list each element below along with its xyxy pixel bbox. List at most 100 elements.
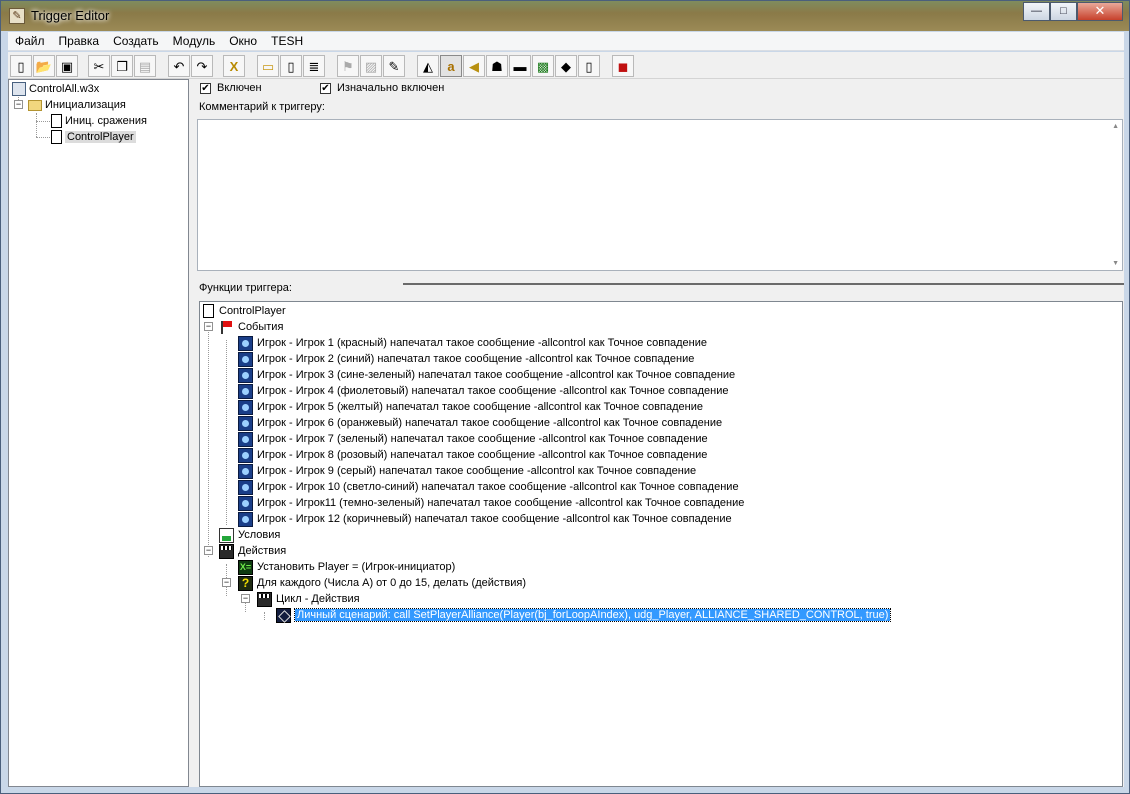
undo-icon[interactable]: ↶ (168, 55, 190, 77)
collapse-actions-button[interactable]: − (204, 546, 213, 555)
title-bar[interactable]: ✎ Trigger Editor — □ ✕ (1, 1, 1129, 31)
event-row[interactable]: Игрок - Игрок 5 (желтый) напечатал такое… (238, 399, 703, 415)
action-set-variable[interactable]: X= Установить Player = (Игрок-инициатор) (238, 559, 455, 575)
new-action-icon[interactable]: ✎ (383, 55, 405, 77)
set-variable-text: Установить Player = (Игрок-инициатор) (257, 561, 456, 573)
enabled-checkbox[interactable]: ✔ (200, 82, 211, 94)
initially-on-label: Изначально включен (337, 82, 445, 94)
new-event-icon[interactable]: ⚑ (337, 55, 359, 77)
initially-on-checkbox[interactable]: ✔ (320, 82, 331, 94)
player-event-icon (238, 447, 253, 463)
action-for-each[interactable]: ? Для каждого (Числа A) от 0 до 15, делат… (238, 575, 526, 591)
event-flag-icon (219, 320, 234, 335)
import-manager-icon[interactable]: ◆ (555, 55, 577, 77)
collapse-loop-actions-button[interactable]: − (241, 594, 250, 603)
action-clapper-icon (257, 591, 272, 607)
event-row[interactable]: Игрок - Игрок 8 (розовый) напечатал тако… (238, 447, 707, 463)
open-folder-icon[interactable]: 📂 (33, 55, 55, 77)
terrain-editor-icon[interactable]: ◭ (417, 55, 439, 77)
scroll-up-arrow-icon[interactable]: ▲ (1112, 123, 1119, 130)
maximize-button[interactable]: □ (1050, 2, 1077, 21)
comment-label: Комментарий к триггеру: (199, 101, 325, 113)
event-row[interactable]: Игрок - Игрок 9 (серый) напечатал такое … (238, 463, 696, 479)
enabled-label: Включен (217, 82, 262, 94)
event-text: Игрок - Игрок 9 (серый) напечатал такое … (257, 465, 697, 477)
trigger-editor-app-icon: ✎ (9, 8, 25, 24)
for-each-text: Для каждого (Числа A) от 0 до 15, делать… (257, 577, 527, 589)
event-text: Игрок - Игрок 7 (зеленый) напечатал тако… (257, 433, 708, 445)
map-label: ControlAll.w3x (29, 83, 100, 95)
menu-module[interactable]: Модуль (166, 32, 223, 51)
event-row[interactable]: Игрок - Игрок 2 (синий) напечатал такое … (238, 351, 694, 367)
tree-item-trigger-init[interactable]: Иниц. сражения (51, 113, 147, 129)
collapse-events-button[interactable]: − (204, 322, 213, 331)
trigger-label: Иниц. сражения (65, 115, 147, 127)
event-text: Игрок - Игрок 3 (сине-зеленый) напечатал… (257, 369, 736, 381)
enabled-option[interactable]: ✔ Включен (200, 80, 262, 96)
event-text: Игрок - Игрок 4 (фиолетовый) напечатал т… (257, 385, 729, 397)
paste-icon[interactable]: ▤ (134, 55, 156, 77)
new-trigger-icon[interactable]: ▯ (280, 55, 302, 77)
tree-item-category[interactable]: Инициализация (28, 97, 126, 113)
copy-icon[interactable]: ❐ (111, 55, 133, 77)
conditions-node[interactable]: Условия (219, 527, 280, 543)
menu-new[interactable]: Создать (106, 32, 166, 51)
menu-window[interactable]: Окно (222, 32, 264, 51)
redo-icon[interactable]: ↷ (191, 55, 213, 77)
player-event-icon (238, 511, 253, 527)
scroll-down-arrow-icon[interactable]: ▼ (1112, 260, 1119, 267)
folder-icon (28, 99, 42, 111)
menu-tesh[interactable]: TESH (264, 32, 310, 51)
tree-item-trigger-controlplayer[interactable]: ControlPlayer (51, 129, 136, 145)
trigger-list-tree[interactable]: ControlAll.w3x − Инициализация Иниц. сра… (8, 79, 189, 787)
object-editor-icon[interactable]: ☗ (486, 55, 508, 77)
event-text: Игрок - Игрок 8 (розовый) напечатал тако… (257, 449, 708, 461)
event-text: Игрок - Игрок 5 (желтый) напечатал такое… (257, 401, 703, 413)
events-label: События (238, 321, 284, 333)
close-button[interactable]: ✕ (1077, 2, 1123, 21)
cut-icon[interactable]: ✂ (88, 55, 110, 77)
loop-actions-label: Цикл - Действия (276, 593, 360, 605)
event-row[interactable]: Игрок - Игрок 10 (светло-синий) напечата… (238, 479, 739, 495)
object-manager-icon[interactable]: ▯ (578, 55, 600, 77)
event-row[interactable]: Игрок - Игрок 7 (зеленый) напечатал тако… (238, 431, 708, 447)
event-row[interactable]: Игрок - Игрок 1 (красный) напечатал тако… (238, 335, 707, 351)
trigger-doc-icon (51, 114, 62, 129)
trigger-editor-icon[interactable]: a (440, 55, 462, 77)
new-comment-icon[interactable]: ≣ (303, 55, 325, 77)
menu-edit[interactable]: Правка (52, 32, 107, 51)
event-row[interactable]: Игрок - Игрок 12 (коричневый) напечатал … (238, 511, 732, 527)
condition-icon (219, 527, 234, 543)
loop-actions-node[interactable]: Цикл - Действия (257, 591, 360, 607)
tree-item-map[interactable]: ControlAll.w3x (12, 81, 99, 97)
action-custom-script[interactable]: Личный сценарий: call SetPlayerAlliance(… (276, 607, 892, 623)
ai-editor-icon[interactable]: ▩ (532, 55, 554, 77)
events-node[interactable]: События (219, 319, 283, 335)
event-row[interactable]: Игрок - Игрок11 (темно-зеленый) напечата… (238, 495, 744, 511)
pane-splitter[interactable] (403, 283, 1124, 285)
actions-node[interactable]: Действия (219, 543, 286, 559)
event-row[interactable]: Игрок - Игрок 6 (оранжевый) напечатал та… (238, 415, 722, 431)
initially-on-option[interactable]: ✔ Изначально включен (320, 80, 444, 96)
new-file-icon[interactable]: ▯ (10, 55, 32, 77)
toolbar: ▯ 📂 ▣ ✂ ❐ ▤ ↶ ↷ X ▭ ▯ ≣ ⚑ ▨ ✎ ◭ a ◀ ☗ ▬ … (8, 52, 1124, 79)
functions-trigger-root[interactable]: ControlPlayer (203, 303, 286, 319)
minimize-button[interactable]: — (1023, 2, 1050, 21)
event-row[interactable]: Игрок - Игрок 4 (фиолетовый) напечатал т… (238, 383, 729, 399)
collapse-for-each-button[interactable]: − (222, 578, 231, 587)
menu-bar: Файл Правка Создать Модуль Окно TESH (8, 32, 1124, 51)
test-map-icon[interactable]: ◼ (612, 55, 634, 77)
sound-editor-icon[interactable]: ◀ (463, 55, 485, 77)
trigger-functions-tree[interactable]: ControlPlayer − События Игрок - Игрок 1 … (199, 301, 1123, 787)
menu-file[interactable]: Файл (8, 32, 52, 51)
campaign-editor-icon[interactable]: ▬ (509, 55, 531, 77)
event-row[interactable]: Игрок - Игрок 3 (сине-зеленый) напечатал… (238, 367, 735, 383)
save-icon[interactable]: ▣ (56, 55, 78, 77)
action-clapper-icon (219, 543, 234, 559)
close-x-icon[interactable]: X (223, 55, 245, 77)
new-category-icon[interactable]: ▭ (257, 55, 279, 77)
collapse-category-button[interactable]: − (14, 100, 23, 109)
trigger-editor-window: ✎ Trigger Editor — □ ✕ Файл Правка Созда… (0, 0, 1130, 794)
comment-textarea[interactable]: ▲ ▼ (197, 119, 1123, 271)
new-condition-icon[interactable]: ▨ (360, 55, 382, 77)
